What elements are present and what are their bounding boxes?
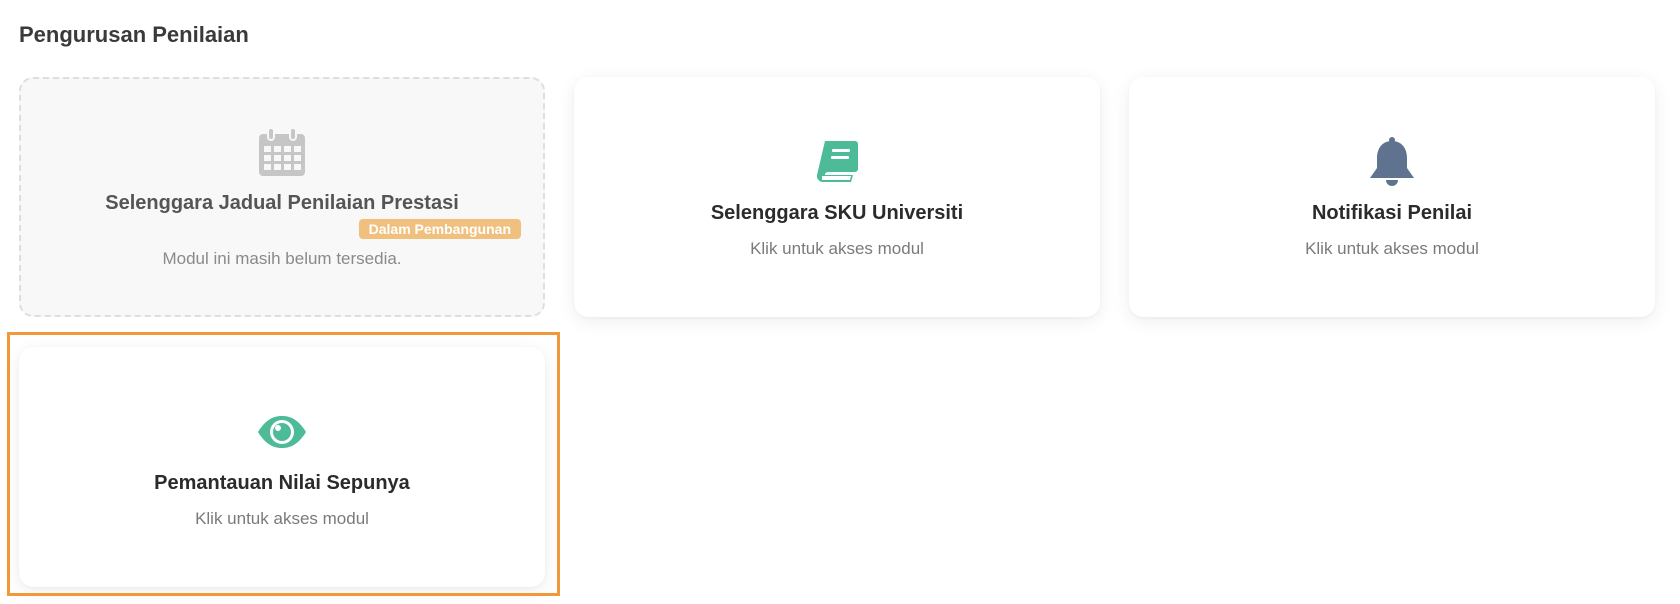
section-title: Pengurusan Penilaian: [19, 22, 249, 47]
status-badge: Dalam Pembangunan: [358, 218, 521, 239]
card-assessor-notifications[interactable]: Notifikasi Penilai Klik untuk akses modu…: [1129, 77, 1655, 317]
card-common-value-monitoring[interactable]: Pemantauan Nilai Sepunya Klik untuk akse…: [19, 347, 545, 587]
card-subtitle: Klik untuk akses modul: [750, 238, 924, 258]
card-title: Notifikasi Penilai: [1311, 201, 1473, 224]
calendar-icon: [256, 126, 308, 178]
card-performance-schedule: Selenggara Jadual Penilaian Prestasi Dal…: [19, 77, 545, 317]
eye-icon: [256, 406, 308, 458]
bell-icon: [1366, 136, 1418, 188]
card-subtitle: Modul ini masih belum tersedia.: [162, 248, 402, 268]
card-subtitle: Klik untuk akses modul: [195, 508, 369, 528]
assessment-management-page: Pengurusan Penilaian Selenggara Jadual P…: [0, 0, 1680, 604]
book-icon: [811, 136, 863, 188]
card-title: Pemantauan Nilai Sepunya: [154, 471, 410, 494]
card-university-sku[interactable]: Selenggara SKU Universiti Klik untuk aks…: [574, 77, 1100, 317]
card-title: Selenggara SKU Universiti: [710, 201, 964, 224]
card-subtitle: Klik untuk akses modul: [1305, 238, 1479, 258]
card-title: Selenggara Jadual Penilaian Prestasi: [105, 191, 459, 214]
